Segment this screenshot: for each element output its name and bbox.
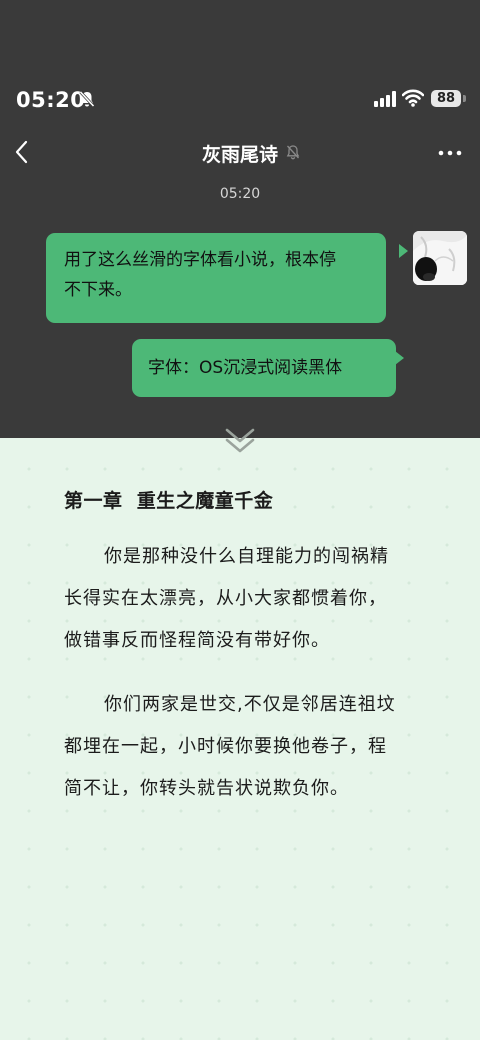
chat-panel: 05:20 88 灰雨尾诗 05:20 用了这么丝滑的字体看小说，根本停 不下来… [0,0,480,438]
battery-tip [463,95,466,102]
chevron-down-icon[interactable] [224,426,256,456]
paragraph-line: 都埋在一起，小时候你要换他卷子，程 [64,736,387,757]
message-line: 用了这么丝滑的字体看小说，根本停 [64,250,336,270]
paragraph-line: 简不让，你转头就告状说欺负你。 [64,778,349,799]
bubble-tail [399,244,408,258]
chapter-title: 第一章 重生之魔童千金 [64,490,274,512]
paragraph: 你们两家是世交,不仅是邻居连祖坟 都埋在一起，小时候你要换他卷子，程 简不让，你… [64,684,424,810]
paragraph: 你是那种没什么自理能力的闯祸精 长得实在太漂亮，从小大家都惯着你， 做错事反而怪… [64,536,424,662]
more-icon[interactable] [438,150,462,156]
bell-off-icon [286,145,300,160]
paragraph-line: 你是那种没什么自理能力的闯祸精 [104,546,389,567]
signal-icon [374,91,396,107]
avatar-image [413,231,467,285]
bubble-tail [395,351,404,365]
paragraph-line: 做错事反而怪程简没有带好你。 [64,630,330,651]
message-timestamp: 05:20 [219,186,261,202]
message-bubble[interactable]: 字体：OS沉浸式阅读黑体 [132,339,396,397]
wifi-icon [402,89,424,107]
battery-icon: 88 [431,90,461,107]
paragraph-line: 你们两家是世交,不仅是邻居连祖坟 [104,694,396,715]
mute-icon [79,90,95,108]
message-line: 字体：OS沉浸式阅读黑体 [148,358,343,378]
chat-nav-bar: 灰雨尾诗 [0,132,480,172]
message-line: 不下来。 [64,280,132,300]
chat-title: 灰雨尾诗 [201,144,278,166]
status-bar: 05:20 88 [0,80,480,120]
reader-panel[interactable]: 第一章 重生之魔童千金 你是那种没什么自理能力的闯祸精 长得实在太漂亮，从小大家… [0,428,480,1040]
status-time: 05:20 [16,88,86,112]
screen: 05:20 88 灰雨尾诗 05:20 用了这么丝滑的字体看小说，根本停 不下来… [0,0,480,1040]
paragraph-line: 长得实在太漂亮，从小大家都惯着你， [64,588,387,609]
avatar[interactable] [413,231,467,285]
message-bubble[interactable]: 用了这么丝滑的字体看小说，根本停 不下来。 [46,233,386,323]
